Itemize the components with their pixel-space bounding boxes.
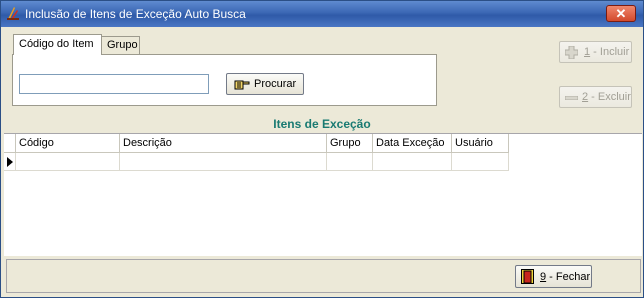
current-row-arrow-icon <box>7 157 13 167</box>
excluir-button[interactable]: 2 - Excluir <box>559 86 632 108</box>
pointing-hand-icon <box>234 80 250 90</box>
cell-codigo[interactable] <box>16 153 120 171</box>
excluir-button-label: 2 - Excluir <box>582 91 631 103</box>
cell-descricao[interactable] <box>120 153 327 171</box>
app-logo-icon <box>7 7 19 20</box>
window-title: Inclusão de Itens de Exceção Auto Busca <box>25 7 246 21</box>
exit-door-icon <box>521 269 534 284</box>
tab-grupo[interactable]: Grupo <box>101 36 140 55</box>
title-bar: Inclusão de Itens de Exceção Auto Busca … <box>1 1 643 27</box>
fechar-button-label: 9 - Fechar <box>540 271 591 283</box>
column-header-grupo[interactable]: Grupo <box>327 134 373 153</box>
cell-data-excecao[interactable] <box>373 153 452 171</box>
cell-usuario[interactable] <box>452 153 509 171</box>
tab-grupo-label: Grupo <box>107 39 138 51</box>
procurar-button[interactable]: Procurar <box>226 73 304 95</box>
procurar-button-label: Procurar <box>254 78 297 90</box>
incluir-button-label: 1 - Incluir <box>584 46 630 58</box>
cell-grupo[interactable] <box>327 153 373 171</box>
close-window-button[interactable]: ✕ <box>606 5 636 22</box>
section-title: Itens de Exceção <box>273 117 371 131</box>
grid-header: Código Descrição Grupo Data Exceção Usuá… <box>4 134 509 153</box>
column-header-descricao[interactable]: Descrição <box>120 134 327 153</box>
exceptions-grid[interactable]: Código Descrição Grupo Data Exceção Usuá… <box>4 133 642 256</box>
tab-codigo-do-item-label: Código do Item <box>19 38 94 50</box>
column-header-data-excecao[interactable]: Data Exceção <box>373 134 452 153</box>
search-input[interactable] <box>19 74 209 94</box>
fechar-button[interactable]: 9 - Fechar <box>515 265 592 288</box>
row-indicator-header <box>4 134 16 153</box>
tab-codigo-do-item[interactable]: Código do Item <box>13 34 102 55</box>
column-header-usuario[interactable]: Usuário <box>452 134 509 153</box>
column-header-codigo[interactable]: Código <box>16 134 120 153</box>
minus-icon <box>565 96 578 100</box>
row-indicator <box>4 153 16 171</box>
incluir-button[interactable]: 1 - Incluir <box>559 41 632 63</box>
plus-icon <box>565 46 578 59</box>
dialog-window: Inclusão de Itens de Exceção Auto Busca … <box>0 0 644 298</box>
